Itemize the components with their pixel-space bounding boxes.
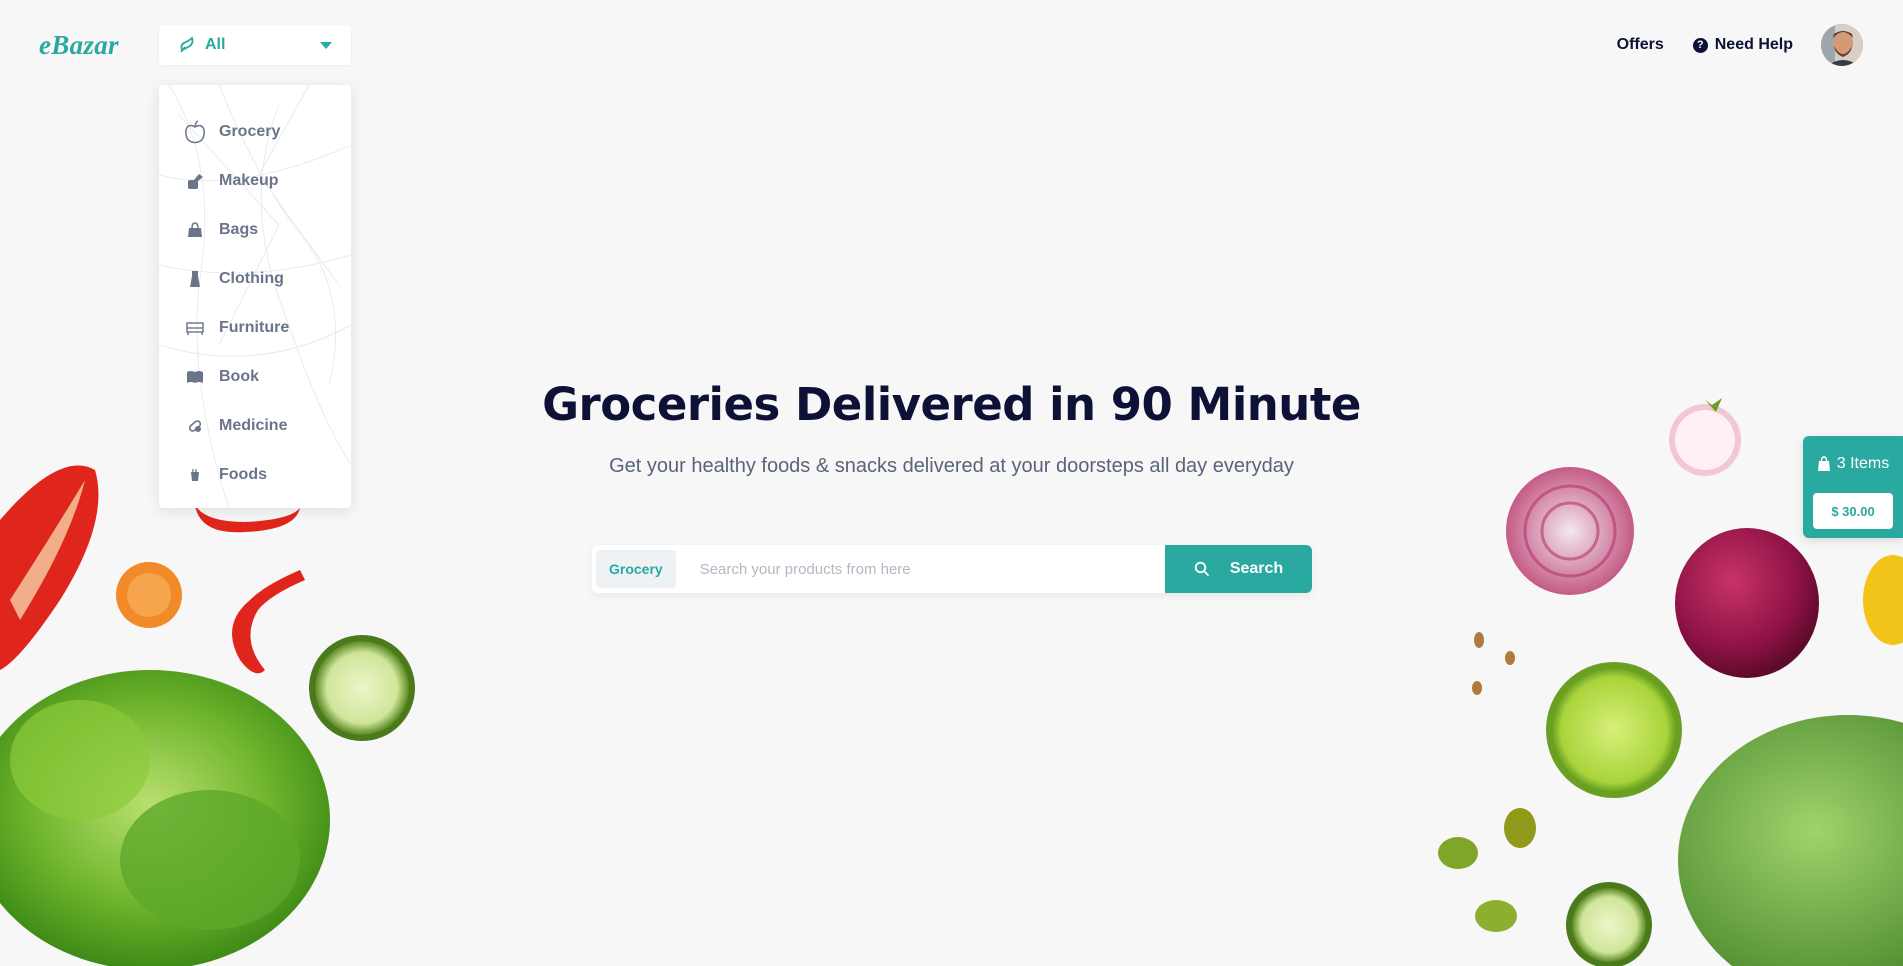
offers-link[interactable]: Offers	[1617, 36, 1664, 54]
search-input[interactable]	[675, 545, 1165, 593]
category-item-label: Makeup	[219, 171, 279, 189]
cart-items: 3 Items	[1803, 436, 1903, 492]
category-selected-label: All	[205, 36, 226, 53]
hero-subtitle: Get your healthy foods & snacks delivere…	[609, 455, 1294, 477]
search-icon	[1194, 561, 1210, 577]
apple-icon	[183, 119, 207, 144]
search-bar: Grocery Search	[592, 545, 1312, 593]
bed-icon	[183, 316, 207, 340]
cart-widget[interactable]: 3 Items $ 30.00	[1803, 436, 1903, 538]
header-nav: Offers ? Need Help	[1617, 24, 1863, 66]
bag-icon	[183, 218, 207, 242]
category-item-bags[interactable]: Bags	[159, 205, 351, 254]
search-category-tag[interactable]: Grocery	[596, 550, 676, 588]
category-item-makeup[interactable]: Makeup	[159, 156, 351, 205]
search-button[interactable]: Search	[1165, 545, 1312, 593]
shopping-bag-icon	[1817, 456, 1831, 472]
help-icon: ?	[1692, 37, 1708, 53]
category-item-furniture[interactable]: Furniture	[159, 303, 351, 352]
logo[interactable]: eBazar	[39, 30, 119, 61]
dress-icon	[183, 267, 207, 291]
search-button-label: Search	[1229, 560, 1284, 577]
grocery-icon	[178, 36, 196, 54]
hero-title: Groceries Delivered in 90 Minute	[542, 378, 1361, 431]
need-help-link[interactable]: ? Need Help	[1692, 36, 1793, 54]
category-item-grocery[interactable]: Grocery	[159, 107, 351, 156]
cart-total-price: $ 30.00	[1813, 493, 1893, 529]
category-item-label: Clothing	[219, 269, 284, 287]
need-help-label: Need Help	[1714, 36, 1793, 53]
category-selector[interactable]: All	[159, 25, 351, 65]
chevron-down-icon	[320, 41, 332, 49]
category-list: Grocery Makeup Bags Clothing Furniture B…	[159, 85, 351, 499]
category-item-clothing[interactable]: Clothing	[159, 254, 351, 303]
makeup-icon	[183, 169, 207, 193]
user-avatar[interactable]	[1821, 24, 1863, 66]
cart-items-label: 3 Items	[1836, 455, 1890, 472]
category-item-label: Grocery	[219, 122, 281, 140]
category-dropdown: Grocery Makeup Bags Clothing Furniture B…	[159, 85, 351, 508]
category-item-label: Bags	[219, 220, 259, 238]
category-item-label: Furniture	[219, 318, 290, 336]
